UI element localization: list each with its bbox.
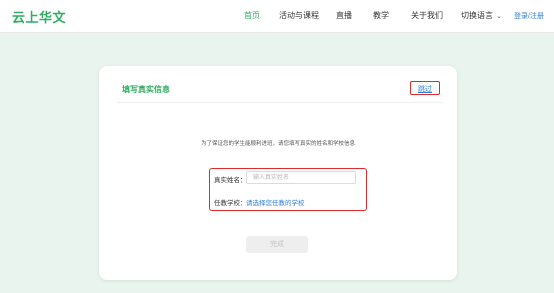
nav-live[interactable]: 直播 <box>336 10 352 21</box>
nav-activities-courses[interactable]: 活动与课程 <box>279 10 319 21</box>
name-label: 真实姓名： <box>214 177 247 184</box>
nav-teaching[interactable]: 教学 <box>373 10 389 21</box>
language-switcher-label: 切换语言 <box>461 11 493 20</box>
real-info-card: 填写真实信息 跳过 为了保证您的学生能顺利进班，请您填写真实的姓名和学校信息 真… <box>99 66 457 280</box>
nav-about-us[interactable]: 关于我们 <box>411 10 443 21</box>
select-school-link[interactable]: 请选择您任教的学校 <box>246 197 305 207</box>
school-label: 任教学校： <box>214 200 247 207</box>
form-highlight: 真实姓名： 任教学校： 请选择您任教的学校 <box>209 168 367 211</box>
main-nav: 首页 活动与课程 直播 教学 关于我们 切换语言 ⌄ <box>0 10 554 24</box>
skip-link[interactable]: 跳过 <box>411 84 439 94</box>
real-name-input[interactable] <box>246 171 356 184</box>
card-title: 填写真实信息 <box>122 85 170 94</box>
chevron-down-icon: ⌄ <box>496 13 502 20</box>
nav-home[interactable]: 首页 <box>244 10 260 21</box>
top-navbar: 云上华文 首页 活动与课程 直播 教学 关于我们 切换语言 ⌄ 登录/注册 <box>0 0 554 33</box>
login-register-link[interactable]: 登录/注册 <box>514 11 544 21</box>
skip-highlight: 跳过 <box>410 81 440 95</box>
submit-button[interactable]: 完成 <box>246 236 308 253</box>
language-switcher[interactable]: 切换语言 ⌄ <box>461 10 502 21</box>
info-notice: 为了保证您的学生能顺利进班，请您填写真实的姓名和学校信息 <box>200 141 355 147</box>
divider <box>117 102 443 103</box>
